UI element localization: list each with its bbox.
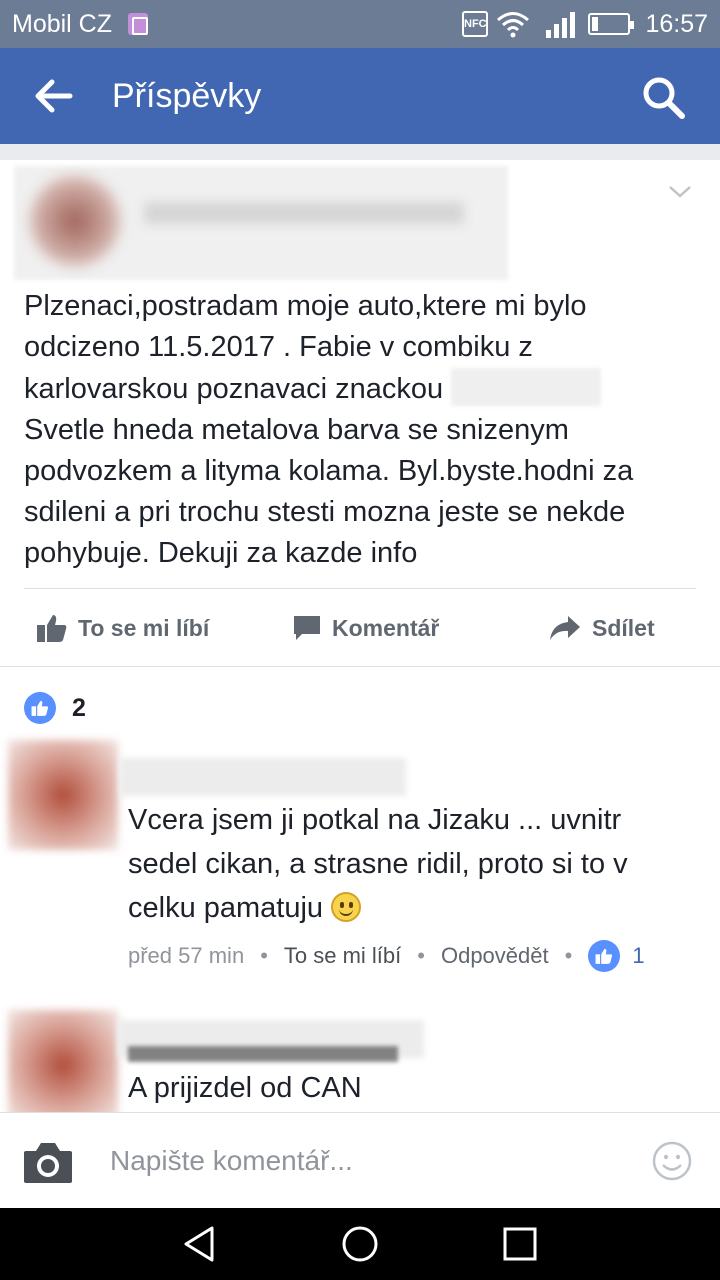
feed-divider <box>0 144 720 160</box>
separator-dot: • <box>564 943 573 968</box>
comment-input[interactable] <box>110 1139 630 1183</box>
comment-icon <box>294 616 320 640</box>
commenter-name-partial <box>128 1046 398 1062</box>
reaction-count: 2 <box>72 693 86 722</box>
post-actions: To se mi líbí Komentář Sdílet <box>0 600 720 656</box>
comment-time: před 57 min <box>128 943 245 968</box>
like-badge-icon <box>24 692 56 724</box>
comment-reply-link[interactable]: Odpovědět <box>441 943 549 969</box>
avatar <box>30 176 120 266</box>
separator-dot: • <box>417 943 425 968</box>
divider <box>24 588 696 589</box>
share-icon <box>550 616 580 640</box>
search-icon[interactable] <box>638 72 688 122</box>
comment-body: A prijizdel od CAN <box>128 1072 362 1104</box>
comment-like-count: 1 <box>632 943 645 968</box>
share-label: Sdílet <box>592 614 655 641</box>
comment-text: A prijizdel od CAN <box>128 1066 688 1110</box>
battery-icon <box>588 13 634 35</box>
divider <box>0 666 720 667</box>
comment-like-link[interactable]: To se mi líbí <box>284 943 401 969</box>
arrow-left-icon[interactable] <box>30 74 78 118</box>
author-name-blurred <box>144 202 464 224</box>
nfc-icon: NFC <box>462 11 488 37</box>
commenter-name-blurred[interactable] <box>120 758 406 796</box>
comment-button[interactable]: Komentář <box>292 600 439 656</box>
comment-label: Komentář <box>332 614 440 641</box>
comment-composer <box>0 1112 720 1208</box>
comment-text: Vcera jsem ji potkal na Jizaku ... uvnit… <box>128 798 688 930</box>
carrier-name: Mobil CZ <box>12 10 113 38</box>
license-plate-blurred <box>451 368 602 406</box>
share-button[interactable]: Sdílet <box>548 600 655 656</box>
comment-meta: před 57 min • To se mi líbí • Odpovědět … <box>128 938 708 974</box>
nav-home-icon[interactable] <box>340 1224 380 1264</box>
camera-icon[interactable] <box>22 1139 74 1185</box>
signal-icon <box>546 12 575 38</box>
post-author-blurred[interactable] <box>14 166 508 280</box>
chevron-down-icon[interactable] <box>666 182 694 202</box>
app-bar: Příspěvky <box>0 48 720 144</box>
like-button[interactable]: To se mi líbí <box>36 600 209 656</box>
page-title: Příspěvky <box>112 77 262 115</box>
avatar[interactable] <box>8 740 118 850</box>
separator-dot: • <box>260 943 268 968</box>
status-bar: Mobil CZ NFC 16:57 <box>0 0 720 48</box>
sim-icon <box>128 13 148 35</box>
nav-recents-icon[interactable] <box>500 1224 540 1264</box>
smiley-icon <box>331 892 362 922</box>
emoji-icon[interactable] <box>652 1141 692 1181</box>
like-badge-icon <box>588 940 621 972</box>
reaction-summary[interactable]: 2 <box>24 692 86 724</box>
wifi-icon <box>497 12 529 38</box>
nav-back-icon[interactable] <box>180 1224 220 1264</box>
comment-body: Vcera jsem ji potkal na Jizaku ... uvnit… <box>128 804 628 924</box>
system-nav-bar <box>0 1208 720 1280</box>
thumbs-up-icon <box>37 615 67 642</box>
clock: 16:57 <box>645 10 708 38</box>
like-label: To se mi líbí <box>78 614 210 641</box>
avatar[interactable] <box>8 1010 118 1120</box>
post-text-part2: Svetle hneda metalova barva se snizenym … <box>24 414 634 569</box>
post-body: Plzenaci,postradam moje auto,ktere mi by… <box>24 286 704 574</box>
